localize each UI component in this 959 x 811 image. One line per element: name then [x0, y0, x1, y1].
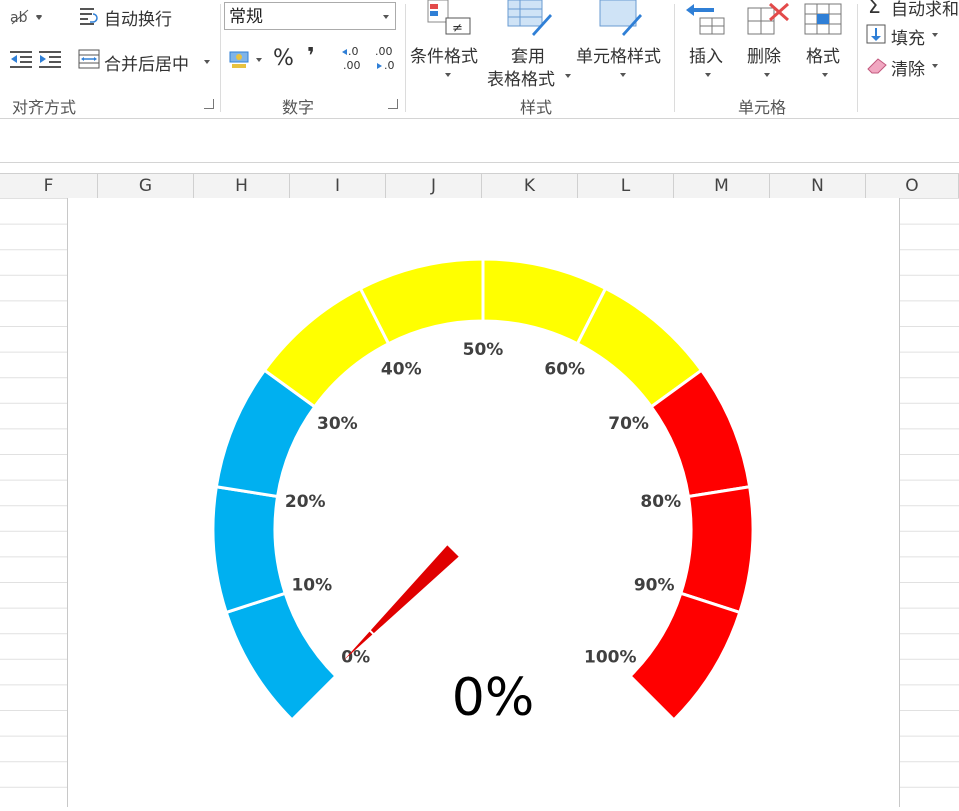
- group-divider: [857, 4, 858, 112]
- comma-style-button[interactable]: ❜: [307, 44, 315, 69]
- autosum-icon[interactable]: Σ: [868, 0, 881, 18]
- gauge-needle: [343, 545, 459, 661]
- column-header[interactable]: G: [98, 174, 194, 198]
- gauge-chart[interactable]: 0% 10% 20% 30% 40% 50% 60% 70% 80% 90% 100% 0%: [67, 198, 900, 807]
- gauge-bands: [211, 257, 755, 723]
- group-divider: [674, 4, 675, 112]
- number-format-select[interactable]: 常规: [224, 2, 396, 30]
- format-as-table-label-2[interactable]: 表格格式: [487, 65, 555, 90]
- chevron-down-icon[interactable]: [445, 73, 451, 77]
- gauge-svg: 0% 10% 20% 30% 40% 50% 60% 70% 80% 90% 100% 0%: [211, 257, 755, 728]
- format-cells-button[interactable]: 格式: [806, 42, 840, 67]
- percent-style-button[interactable]: %: [273, 46, 294, 71]
- column-header[interactable]: F: [0, 174, 98, 198]
- clear-button[interactable]: 清除: [891, 55, 925, 80]
- fill-icon[interactable]: [866, 24, 886, 44]
- column-header[interactable]: I: [290, 174, 386, 198]
- chevron-down-icon: [383, 15, 389, 19]
- column-header[interactable]: L: [578, 174, 674, 198]
- conditional-formatting-button[interactable]: 条件格式: [410, 42, 478, 67]
- increase-indent-icon[interactable]: [37, 49, 63, 69]
- chevron-down-icon[interactable]: [822, 73, 828, 77]
- gauge-tick-labels: 0% 10% 20% 30% 40% 50% 60% 70% 80% 90% 100%: [285, 340, 681, 667]
- format-cells-icon[interactable]: [801, 0, 847, 38]
- gauge-band: [627, 591, 742, 723]
- gauge-band: [678, 485, 755, 615]
- wrap-text-icon[interactable]: [78, 5, 100, 27]
- column-header[interactable]: J: [386, 174, 482, 198]
- svg-text:.00: .00: [343, 59, 361, 72]
- gauge-value-text: 0%: [452, 668, 535, 728]
- chevron-down-icon[interactable]: [36, 15, 42, 19]
- alignment-launcher-icon[interactable]: [204, 99, 214, 109]
- number-group-label: 数字: [282, 98, 315, 117]
- delete-cells-button[interactable]: 删除: [747, 42, 781, 67]
- column-header[interactable]: O: [866, 174, 959, 198]
- format-as-table-label-1[interactable]: 套用: [511, 42, 545, 67]
- autosum-button[interactable]: 自动求和: [891, 0, 959, 20]
- column-header[interactable]: K: [482, 174, 578, 198]
- column-header[interactable]: N: [770, 174, 866, 198]
- wrap-text-button[interactable]: 自动换行: [104, 5, 172, 30]
- formula-bar[interactable]: [0, 119, 959, 163]
- conditional-formatting-icon[interactable]: ≠: [424, 0, 472, 36]
- fill-button[interactable]: 填充: [891, 24, 925, 49]
- cells-group-label: 单元格: [738, 98, 787, 117]
- svg-text:≠: ≠: [452, 21, 463, 36]
- gauge-tick-label: 10%: [291, 576, 332, 596]
- chevron-down-icon[interactable]: [565, 74, 571, 78]
- gauge-tick-label: 60%: [544, 360, 585, 380]
- insert-cells-icon[interactable]: [684, 0, 728, 38]
- ribbon: ab 自动换行 合并后居中 对齐方式 常规 % ❜ .0.00 .00.0 数字…: [0, 0, 959, 119]
- gauge-tick-label: 50%: [463, 340, 504, 360]
- insert-cells-button[interactable]: 插入: [689, 42, 723, 67]
- svg-text:.0: .0: [384, 59, 395, 72]
- gauge-tick-label: 0%: [341, 647, 370, 667]
- gauge-band: [211, 485, 288, 615]
- eraser-icon[interactable]: [866, 55, 888, 75]
- styles-group-label: 样式: [520, 98, 553, 117]
- group-divider: [405, 4, 406, 112]
- cell-styles-button[interactable]: 单元格样式: [576, 42, 661, 67]
- svg-text:.0: .0: [348, 45, 359, 58]
- gauge-tick-label: 70%: [608, 414, 649, 434]
- number-launcher-icon[interactable]: [388, 99, 398, 109]
- merge-center-icon[interactable]: [78, 48, 100, 70]
- column-header[interactable]: H: [194, 174, 290, 198]
- delete-cells-icon[interactable]: [744, 0, 792, 38]
- column-header[interactable]: M: [674, 174, 770, 198]
- number-format-value: 常规: [229, 7, 263, 27]
- gauge-tick-label: 40%: [381, 360, 422, 380]
- svg-text:.00: .00: [375, 45, 393, 58]
- format-as-table-icon[interactable]: [506, 0, 554, 38]
- decrease-decimal-icon[interactable]: .00.0: [372, 44, 402, 72]
- chevron-down-icon[interactable]: [932, 64, 938, 68]
- gauge-tick-label: 20%: [285, 492, 326, 512]
- chevron-down-icon[interactable]: [204, 60, 210, 64]
- chevron-down-icon[interactable]: [764, 73, 770, 77]
- accounting-format-icon[interactable]: [228, 47, 264, 71]
- group-divider: [220, 4, 221, 112]
- alignment-group-label: 对齐方式: [12, 98, 77, 117]
- column-headers: F G H I J K L M N O: [0, 173, 959, 199]
- gauge-tick-label: 100%: [584, 647, 637, 667]
- merge-center-button[interactable]: 合并后居中: [104, 50, 189, 75]
- increase-decimal-icon[interactable]: .0.00: [340, 44, 370, 72]
- chevron-down-icon[interactable]: [932, 33, 938, 37]
- cell-styles-icon[interactable]: [598, 0, 646, 38]
- gauge-tick-label: 90%: [634, 576, 675, 596]
- chevron-down-icon[interactable]: [620, 73, 626, 77]
- gauge-band: [224, 591, 339, 723]
- chevron-down-icon[interactable]: [705, 73, 711, 77]
- gauge-tick-label: 30%: [317, 414, 358, 434]
- decrease-indent-icon[interactable]: [8, 49, 34, 69]
- gauge-tick-label: 80%: [640, 492, 681, 512]
